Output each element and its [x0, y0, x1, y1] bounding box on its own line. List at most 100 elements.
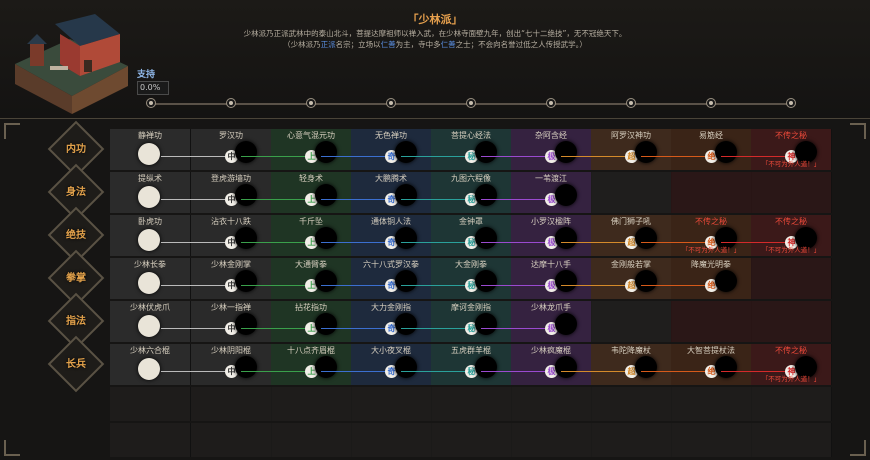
locked-skill-icon — [715, 141, 737, 163]
support-milestone-node[interactable] — [146, 98, 156, 108]
skill-cell[interactable]: 金刚般若掌超 — [561, 258, 672, 299]
skill-cell[interactable]: 少林龙爪手极 — [481, 301, 592, 342]
skill-cell[interactable]: 大通臂拳上 — [241, 258, 352, 299]
support-milestone-node[interactable] — [706, 98, 716, 108]
skill-name: 提纵术 — [138, 174, 162, 183]
skill-link-line — [161, 328, 225, 329]
skill-cell[interactable]: 少林阴阳棍中 — [161, 344, 272, 385]
skill-link-line — [481, 371, 545, 372]
skill-cell[interactable]: 十八点齐眉棍上 — [241, 344, 352, 385]
skill-cell[interactable]: 少林一指禅中 — [161, 301, 272, 342]
skill-cell[interactable]: 菩提心经法秘 — [401, 129, 512, 170]
skill-name: 沾衣十八跌 — [211, 217, 251, 226]
empty-skill-cell — [751, 423, 832, 457]
skill-link-line — [161, 371, 225, 372]
skill-cell[interactable]: 心意气混元功上 — [241, 129, 352, 170]
skill-cell[interactable]: 不传之秘神「不可为外人道！」 — [721, 215, 832, 256]
skill-link-line — [321, 328, 385, 329]
support-milestone-node[interactable] — [386, 98, 396, 108]
skill-link-line — [161, 156, 225, 157]
skill-cell[interactable]: 达摩十八手极 — [481, 258, 592, 299]
skill-link-line — [641, 285, 705, 286]
skill-cell[interactable]: 大智菩提杖法绝 — [641, 344, 752, 385]
skill-cell[interactable]: 六十八式罗汉拳奇 — [321, 258, 432, 299]
skill-cell[interactable]: 小罗汉楹阵极 — [481, 215, 592, 256]
desc-text: 少林派乃正派武林中的泰山北斗，菩提达摩祖师以禅入武，在少林寺面壁九年，创出 — [243, 29, 522, 38]
skill-cell[interactable]: 阿罗汉神功超 — [561, 129, 672, 170]
support-milestone-node[interactable] — [226, 98, 236, 108]
skill-cell[interactable]: 大鹏腾术奇 — [321, 172, 432, 213]
skill-name: 金钟罩 — [459, 217, 483, 226]
skill-link-line — [401, 371, 465, 372]
skill-cell[interactable]: 少林金刚掌中 — [161, 258, 272, 299]
skill-name: 一苇渡江 — [535, 174, 567, 183]
skill-link-line — [481, 156, 545, 157]
empty-skill-cell — [591, 301, 672, 342]
locked-skill-icon — [475, 313, 497, 335]
skill-cell[interactable]: 佛门狮子吼超 — [561, 215, 672, 256]
skill-cell[interactable]: 轻身术上 — [241, 172, 352, 213]
skill-cell[interactable]: 卧虎功下 — [110, 215, 191, 256]
support-milestone-node[interactable] — [626, 98, 636, 108]
locked-skill-icon — [395, 356, 417, 378]
support-milestone-node[interactable] — [546, 98, 556, 108]
skill-name: 轻身术 — [299, 174, 323, 183]
skill-cell[interactable]: 千斤坠上 — [241, 215, 352, 256]
skill-cell[interactable]: 一苇渡江极 — [481, 172, 592, 213]
skill-cell[interactable]: 易筋经绝 — [641, 129, 752, 170]
locked-skill-icon — [395, 227, 417, 249]
skill-cell[interactable]: 少林伏虎爪下 — [110, 301, 191, 342]
skill-cell[interactable]: 杂阿含经极 — [481, 129, 592, 170]
locked-skill-icon — [315, 141, 337, 163]
skill-cell[interactable]: 大小夜叉棍奇 — [321, 344, 432, 385]
description-line-2: （少林派乃正派名宗；立场以仁善为主，寺中多仁善之士；不会向名誉过低之人传授武学。… — [140, 39, 730, 50]
empty-skill-cell — [511, 423, 592, 457]
locked-skill-icon — [635, 141, 657, 163]
sect-description: 少林派乃正派武林中的泰山北斗，菩提达摩祖师以禅入武，在少林寺面壁九年，创出“七十… — [140, 28, 730, 50]
locked-skill-icon — [475, 356, 497, 378]
skill-secret-note: 「不可为外人道！」 — [761, 160, 821, 168]
skill-cell[interactable]: 拈花指功上 — [241, 301, 352, 342]
skill-name: 登虎游墙功 — [211, 174, 251, 183]
locked-skill-icon — [138, 229, 160, 251]
support-milestone-node[interactable] — [786, 98, 796, 108]
skill-name: 千斤坠 — [299, 217, 323, 226]
skill-cell[interactable]: 九图六程像秘 — [401, 172, 512, 213]
skill-link-line — [241, 156, 305, 157]
skill-cell[interactable]: 摩诃金刚指秘 — [401, 301, 512, 342]
skill-name: 易筋经 — [699, 131, 723, 140]
skill-cell[interactable]: 降魔光明拳绝 — [641, 258, 752, 299]
skill-cell[interactable]: 少林疯魔棍极 — [481, 344, 592, 385]
skill-cell[interactable]: 少林长拳下 — [110, 258, 191, 299]
skill-cell[interactable]: 静禅功下 — [110, 129, 191, 170]
locked-skill-icon — [395, 270, 417, 292]
skill-cell[interactable]: 大金刚拳秘 — [401, 258, 512, 299]
empty-skill-cell — [751, 301, 832, 342]
skill-cell[interactable]: 无色禅功奇 — [321, 129, 432, 170]
row-category-5[interactable]: 长兵 — [47, 335, 105, 393]
skill-name: 大智菩提杖法 — [687, 346, 735, 355]
support-milestone-node[interactable] — [306, 98, 316, 108]
locked-skill-icon — [315, 184, 337, 206]
skill-cell[interactable]: 韦陀降魔杖超 — [561, 344, 672, 385]
skill-cell[interactable]: 通体铜人法奇 — [321, 215, 432, 256]
skill-cell[interactable]: 不传之秘神「不可为外人道！」 — [721, 344, 832, 385]
skill-cell[interactable]: 金钟罩秘 — [401, 215, 512, 256]
skill-name: 六十八式罗汉拳 — [363, 260, 419, 269]
skill-cell[interactable]: 沾衣十八跌中 — [161, 215, 272, 256]
skill-cell[interactable]: 不传之秘绝「不可为外人道！」 — [641, 215, 752, 256]
skill-link-line — [721, 371, 785, 372]
skill-cell[interactable]: 罗汉功中 — [161, 129, 272, 170]
support-milestone-node[interactable] — [466, 98, 476, 108]
locked-skill-icon — [315, 313, 337, 335]
empty-skill-cell — [431, 387, 512, 421]
locked-skill-icon — [235, 313, 257, 335]
skill-cell[interactable]: 五虎群羊棍秘 — [401, 344, 512, 385]
skill-cell[interactable]: 登虎游墙功中 — [161, 172, 272, 213]
skill-cell[interactable]: 大力金刚指奇 — [321, 301, 432, 342]
empty-skill-cell — [591, 172, 672, 213]
skill-cell[interactable]: 不传之秘神「不可为外人道！」 — [721, 129, 832, 170]
locked-skill-icon — [138, 358, 160, 380]
skill-cell[interactable]: 少林六合棍下 — [110, 344, 191, 385]
skill-cell[interactable]: 提纵术下 — [110, 172, 191, 213]
